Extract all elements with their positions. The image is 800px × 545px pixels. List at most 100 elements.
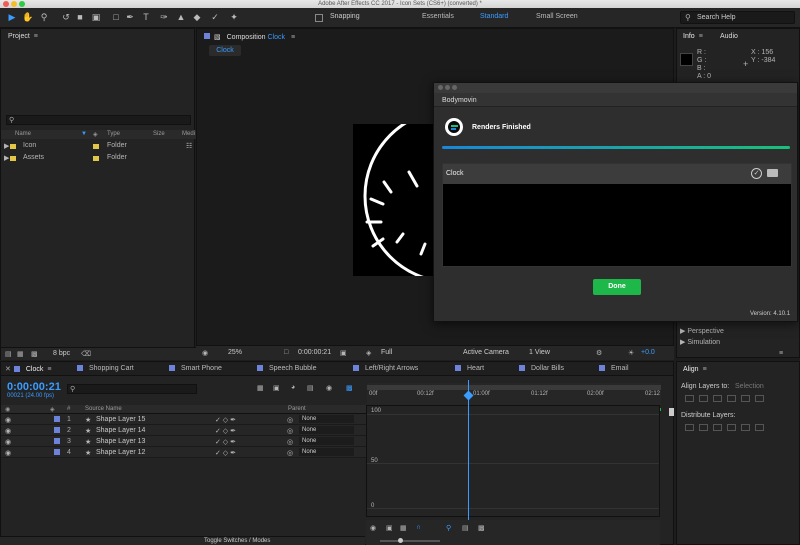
layer-switches[interactable]: ✓ ◇ ✒ (215, 438, 236, 446)
comp-mini-flowchart-icon[interactable]: ▦ (257, 384, 264, 392)
layer-switches[interactable]: ✓ ◇ ✒ (215, 449, 236, 457)
toggle-switches-modes[interactable]: Toggle Switches / Modes (204, 538, 270, 544)
workspace-essentials[interactable]: Essentials (422, 13, 454, 20)
pickwhip-icon[interactable]: ◎ (287, 438, 293, 446)
column-source-name[interactable]: Source Name (85, 406, 122, 412)
region-of-interest-icon[interactable]: □ (284, 349, 288, 356)
column-name[interactable]: Name (15, 131, 31, 137)
eye-icon[interactable]: ◉ (5, 416, 11, 424)
column-number[interactable]: # (67, 406, 70, 412)
layer-row[interactable]: ◉ 1 ★ Shape Layer 15 ✓ ◇ ✒ ◎ None (1, 414, 366, 425)
fast-previews-icon[interactable]: ⚙ (596, 349, 602, 357)
render-item[interactable]: Clock ✓ (443, 164, 791, 184)
eye-icon[interactable]: ◉ (370, 524, 376, 532)
fit-all-icon[interactable]: ▤ (462, 524, 469, 532)
expand-triangle-icon[interactable]: ▶ (4, 142, 9, 150)
flowchart-icon[interactable]: ☷ (186, 142, 192, 150)
video-toggle-icon[interactable]: ◉ (5, 406, 10, 413)
snapshot-camera-icon[interactable]: ▣ (340, 349, 347, 357)
pan-behind-tool-icon[interactable]: ▣ (90, 11, 102, 23)
label-color-swatch[interactable] (93, 143, 99, 149)
pen-tool-icon[interactable]: ✒ (124, 11, 136, 23)
label-tag-icon[interactable]: ◈ (50, 406, 55, 413)
tab-dollar-bills[interactable]: Dollar Bills (519, 365, 564, 372)
interpret-footage-icon[interactable]: ▤ (5, 350, 12, 358)
project-item-icon[interactable]: ▶ Icon Folder ☷ (1, 142, 196, 152)
rectangle-tool-icon[interactable]: □ (110, 11, 122, 23)
layer-label-swatch[interactable] (54, 449, 60, 455)
frame-blending-icon[interactable]: ▤ (307, 384, 314, 392)
shy-layers-icon[interactable]: ◕ (291, 384, 295, 391)
zoom-window-button[interactable] (19, 1, 25, 7)
layer-row[interactable]: ◉ 3 ★ Shape Layer 13 ✓ ◇ ✒ ◎ None (1, 436, 366, 447)
trash-icon[interactable]: ⌫ (81, 350, 91, 358)
eraser-tool-icon[interactable]: ◆ (191, 11, 203, 23)
eye-icon[interactable]: ◉ (5, 427, 11, 435)
view-layout-dropdown[interactable]: 1 View (529, 349, 550, 356)
workspace-small-screen[interactable]: Small Screen (536, 13, 578, 20)
tab-left-right-arrows[interactable]: Left/Right Arrows (353, 365, 418, 372)
pickwhip-icon[interactable]: ◎ (287, 449, 293, 457)
minimize-window-button[interactable] (11, 1, 17, 7)
show-transform-box-icon[interactable]: ▦ (400, 524, 407, 532)
info-tab[interactable]: Info ≡ (683, 33, 703, 40)
align-buttons[interactable] (685, 395, 769, 404)
pickwhip-icon[interactable]: ◎ (287, 416, 293, 424)
pickwhip-icon[interactable]: ◎ (287, 427, 293, 435)
distribute-buttons[interactable] (685, 424, 769, 433)
audio-tab[interactable]: Audio (720, 33, 738, 40)
bit-depth-button[interactable]: 8 bpc (53, 350, 70, 357)
graph-editor-icon[interactable]: ▩ (346, 384, 353, 392)
label-tag-icon[interactable]: ◈ (93, 131, 98, 138)
panel-menu-icon[interactable]: ≡ (779, 350, 783, 357)
type-tool-icon[interactable]: T (140, 11, 152, 23)
zoom-tool-icon[interactable]: ⚲ (38, 11, 50, 23)
new-composition-icon[interactable]: ▩ (31, 350, 38, 358)
camera-dropdown[interactable]: Active Camera (463, 349, 509, 356)
eye-icon[interactable]: ◉ (5, 449, 11, 457)
search-help-input[interactable]: ⚲ Search Help (680, 11, 795, 24)
tab-email[interactable]: Email (599, 365, 629, 372)
tab-clock[interactable]: ✕ Clock ≡ (5, 365, 51, 373)
layer-label-swatch[interactable] (54, 416, 60, 422)
parent-dropdown[interactable]: None (299, 437, 354, 445)
snapping-checkbox[interactable] (315, 14, 323, 22)
reset-exposure-icon[interactable]: ☀ (628, 349, 634, 357)
column-media[interactable]: Medi (182, 131, 195, 137)
effects-item-perspective[interactable]: ▶ Perspective (680, 327, 724, 335)
align-panel-title[interactable]: Align ≡ (683, 366, 707, 373)
hand-tool-icon[interactable]: ✋ (22, 11, 34, 23)
puppet-tool-icon[interactable]: ✦ (228, 11, 240, 23)
layer-row[interactable]: ◉ 2 ★ Shape Layer 14 ✓ ◇ ✒ ◎ None (1, 425, 366, 436)
layer-switches[interactable]: ✓ ◇ ✒ (215, 416, 236, 424)
zoom-slider[interactable] (380, 538, 440, 543)
parent-dropdown[interactable]: None (299, 426, 354, 434)
eye-icon[interactable]: ◉ (5, 438, 11, 446)
align-to-dropdown[interactable]: Selection (735, 383, 764, 390)
selection-tool-icon[interactable]: ▶ (6, 11, 18, 23)
work-area-bar[interactable] (367, 385, 661, 390)
new-folder-icon[interactable]: ▦ (17, 350, 24, 358)
fit-selection-icon[interactable]: ⚲ (446, 524, 451, 532)
tab-heart[interactable]: Heart (455, 365, 484, 372)
tab-speech-bubble[interactable]: Speech Bubble (257, 365, 316, 372)
done-button[interactable]: Done (593, 279, 641, 295)
tab-shopping-cart[interactable]: Shopping Cart (77, 365, 134, 372)
label-color-swatch[interactable] (93, 155, 99, 161)
project-panel-title[interactable]: Project ≡ (8, 33, 38, 40)
snap-magnet-icon[interactable]: ∩ (416, 524, 421, 531)
motion-blur-icon[interactable]: ◉ (326, 384, 332, 392)
roto-brush-tool-icon[interactable]: ✓ (209, 11, 221, 23)
column-type[interactable]: Type (107, 131, 120, 137)
expand-triangle-icon[interactable]: ▶ (4, 154, 9, 162)
composition-canvas[interactable] (353, 124, 435, 276)
parent-dropdown[interactable]: None (299, 448, 354, 456)
zoom-dropdown[interactable]: 25% (228, 349, 242, 356)
sort-chevron-icon[interactable]: ▼ (81, 131, 87, 137)
time-ruler[interactable]: 00f 00:12f 01:00f 01:12f 02:00f 02:12 (367, 383, 661, 405)
close-window-button[interactable] (3, 1, 9, 7)
dialog-window-controls[interactable] (438, 83, 459, 92)
always-preview-icon[interactable]: ◉ (202, 349, 208, 357)
workspace-standard[interactable]: Standard (480, 13, 508, 20)
dialog-titlebar[interactable] (434, 83, 797, 93)
